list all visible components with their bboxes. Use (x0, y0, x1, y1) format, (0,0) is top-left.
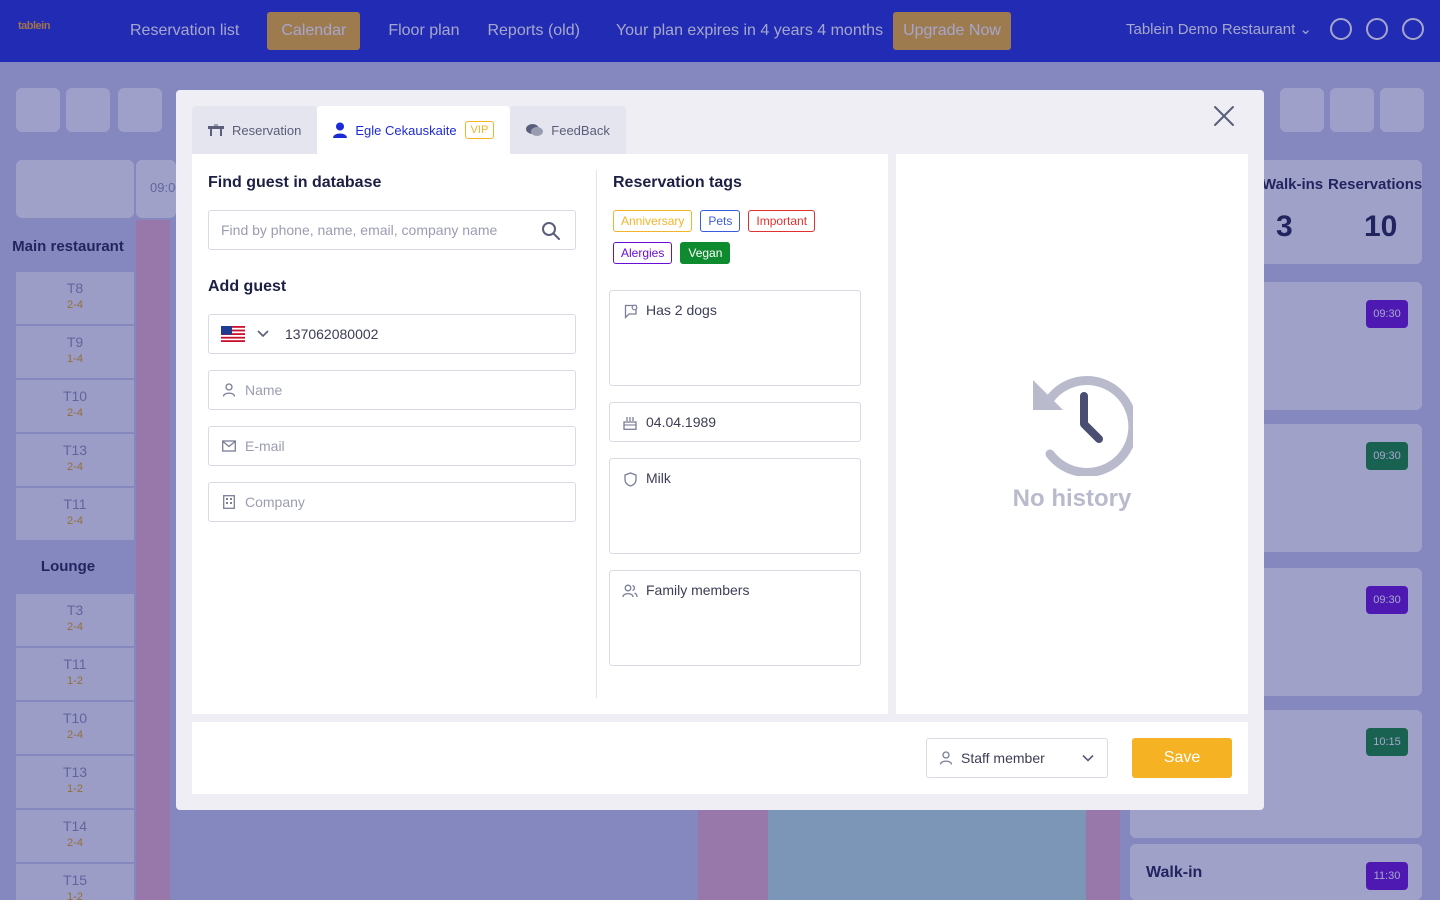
save-button[interactable]: Save (1132, 738, 1232, 778)
guest-history-panel: No history (896, 154, 1248, 714)
us-flag-icon[interactable] (221, 326, 245, 342)
close-icon[interactable] (1210, 102, 1238, 130)
column-divider (596, 170, 597, 698)
guest-note-field[interactable]: Has 2 dogs (609, 290, 861, 386)
reservation-tags-title: Reservation tags (613, 174, 742, 191)
building-icon (221, 494, 237, 510)
chevron-down-icon (1082, 754, 1094, 762)
tab-feedback-label: FeedBack (551, 122, 610, 138)
modal-tabs: Reservation Egle Cekauskaite VIP FeedBac… (192, 106, 626, 154)
no-history-text: No history (1012, 485, 1132, 512)
family-members-field[interactable]: Family members (609, 570, 861, 666)
guest-modal: Reservation Egle Cekauskaite VIP FeedBac… (176, 90, 1264, 810)
find-guest-title: Find guest in database (208, 174, 382, 191)
guest-note-text: Has 2 dogs (646, 302, 717, 318)
birthday-cake-icon (622, 415, 638, 431)
name-field[interactable]: Name (208, 370, 576, 410)
user-outline-icon (221, 382, 237, 398)
shield-icon (622, 471, 638, 487)
add-guest-title: Add guest (208, 278, 287, 295)
phone-field[interactable]: 137062080002 (208, 314, 576, 354)
staff-member-label: Staff member (961, 750, 1045, 766)
guest-search-placeholder: Find by phone, name, email, company name (221, 222, 498, 238)
allergies-value: Milk (646, 470, 671, 486)
guest-search-input[interactable]: Find by phone, name, email, company name (208, 210, 576, 250)
birthday-field[interactable]: 04.04.1989 (609, 402, 861, 442)
empty-history-state: No history (896, 366, 1248, 513)
user-icon (333, 122, 348, 138)
guest-details-panel: Find guest in database Find by phone, na… (192, 154, 888, 714)
modal-footer: Staff member Save (192, 722, 1248, 794)
company-field[interactable]: Company (208, 482, 576, 522)
staff-member-select[interactable]: Staff member (926, 738, 1108, 778)
company-placeholder: Company (245, 494, 305, 510)
tag-anniversary[interactable]: Anniversary (613, 210, 693, 232)
table-icon (208, 124, 224, 136)
tab-reservation-label: Reservation (232, 122, 302, 138)
tag-pets[interactable]: Pets (700, 210, 741, 232)
name-placeholder: Name (245, 382, 283, 398)
note-icon (622, 303, 638, 319)
chevron-down-icon[interactable] (257, 330, 269, 338)
tab-guest-label: Egle Cekauskaite (355, 122, 457, 138)
tag-alergies[interactable]: Alergies (613, 242, 673, 264)
tag-important[interactable]: Important (748, 210, 816, 232)
tab-feedback[interactable]: FeedBack (510, 106, 626, 154)
birthday-value: 04.04.1989 (646, 414, 717, 430)
allergies-field[interactable]: Milk (609, 458, 861, 554)
phone-value: 137062080002 (285, 326, 379, 342)
tag-vegan[interactable]: Vegan (680, 242, 731, 264)
family-members-placeholder: Family members (646, 582, 750, 598)
user-outline-icon (939, 751, 953, 765)
email-field[interactable]: E-mail (208, 426, 576, 466)
history-icon (1033, 376, 1138, 477)
vip-badge: VIP (464, 121, 495, 139)
chat-icon (526, 124, 544, 136)
email-placeholder: E-mail (245, 438, 285, 454)
mail-icon (221, 438, 237, 454)
tab-reservation[interactable]: Reservation (192, 106, 318, 154)
tab-guest[interactable]: Egle Cekauskaite VIP (317, 106, 511, 154)
search-icon[interactable] (541, 221, 561, 241)
users-icon (622, 583, 638, 599)
